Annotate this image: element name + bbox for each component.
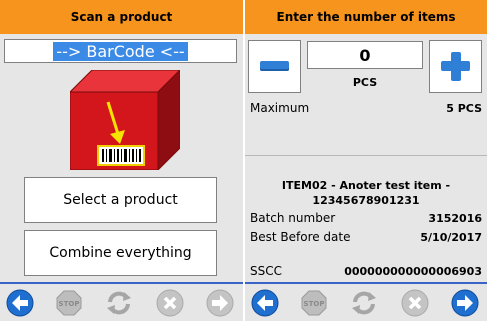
item-info-section: ITEM02 - Anoter test item - 123456789012…: [245, 155, 487, 283]
increment-button[interactable]: [429, 40, 482, 93]
combine-everything-button[interactable]: Combine everything: [24, 230, 217, 276]
header-title: Enter the number of items: [276, 10, 456, 24]
cancel-icon[interactable]: [401, 289, 429, 317]
cancel-icon[interactable]: [156, 289, 184, 317]
item-title-line1: ITEM02 - Anoter test item -: [281, 179, 451, 192]
sscc-label: SSCC: [250, 264, 282, 278]
refresh-icon[interactable]: [350, 289, 378, 317]
maximum-section: Maximum 5 PCS: [245, 97, 487, 155]
back-icon[interactable]: [251, 289, 279, 317]
maximum-label: Maximum: [250, 101, 310, 115]
scan-product-screen: Scan a product --> BarCode <-- Select a …: [0, 0, 243, 321]
batch-label: Batch number: [250, 211, 336, 225]
screen-header: Enter the number of items: [245, 0, 487, 34]
forward-icon[interactable]: [451, 289, 479, 317]
item-title-line2: 12345678901231: [312, 194, 420, 207]
decrement-button[interactable]: [248, 40, 301, 93]
stop-icon[interactable]: STOP: [300, 289, 328, 317]
combine-everything-label: Combine everything: [49, 245, 192, 261]
back-icon[interactable]: [6, 289, 34, 317]
forward-icon[interactable]: [206, 289, 234, 317]
barcode-input-value: --> BarCode <--: [53, 41, 188, 61]
sscc-row: SSCC 000000000000006903: [250, 264, 482, 278]
navigation-bar: STOP: [0, 282, 243, 321]
sscc-value: 000000000000006903: [344, 265, 482, 278]
item-title: ITEM02 - Anoter test item - 123456789012…: [250, 178, 482, 208]
best-before-row: Best Before date 5/10/2017: [250, 230, 482, 244]
quantity-value: 0: [359, 45, 371, 65]
product-box-icon: [70, 70, 180, 170]
plus-icon-vertical: [451, 52, 461, 81]
navigation-bar: STOP: [245, 282, 487, 321]
barcode-input[interactable]: --> BarCode <--: [4, 39, 237, 63]
maximum-value: 5 PCS: [446, 102, 482, 115]
batch-value: 3152016: [428, 212, 482, 225]
stop-icon[interactable]: STOP: [55, 289, 83, 317]
svg-text:STOP: STOP: [304, 300, 325, 308]
refresh-icon[interactable]: [105, 289, 133, 317]
quantity-unit: PCS: [352, 76, 378, 89]
screen-header: Scan a product: [0, 0, 243, 34]
quantity-field[interactable]: 0: [307, 41, 423, 69]
svg-text:STOP: STOP: [59, 300, 80, 308]
maximum-row: Maximum 5 PCS: [250, 101, 482, 115]
select-product-label: Select a product: [63, 192, 178, 208]
enter-quantity-screen: Enter the number of items 0 PCS Maximum …: [245, 0, 487, 321]
batch-row: Batch number 3152016: [250, 211, 482, 225]
best-before-label: Best Before date: [250, 230, 351, 244]
best-before-value: 5/10/2017: [420, 231, 482, 244]
select-product-button[interactable]: Select a product: [24, 177, 217, 223]
header-title: Scan a product: [70, 10, 173, 24]
